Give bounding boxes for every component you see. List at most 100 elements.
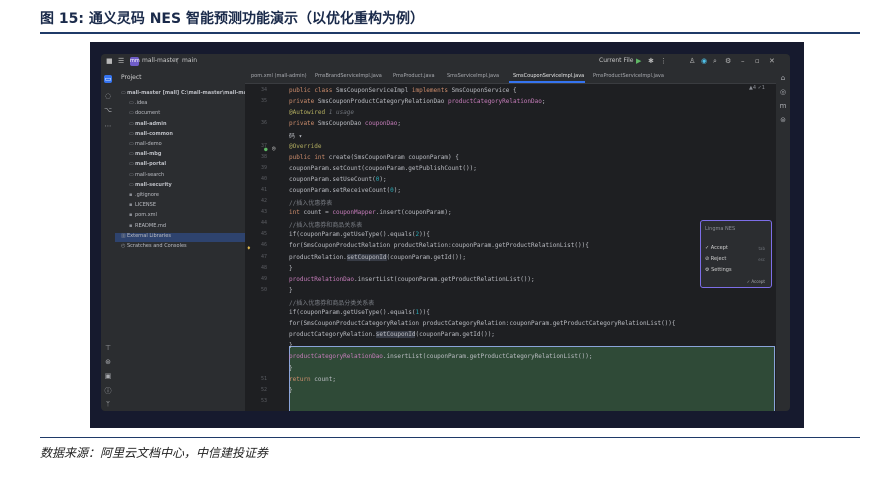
code-line[interactable]: return count; — [289, 376, 336, 383]
main-menu-icon[interactable]: ☰ — [118, 57, 124, 65]
code-line[interactable]: } — [289, 265, 293, 272]
code-line[interactable]: 码 ▾ — [289, 409, 302, 412]
code-line[interactable]: couponParam.setCount(couponParam.getPubl… — [289, 165, 477, 172]
lingma-icon[interactable]: ◎ — [272, 145, 276, 152]
code-line[interactable]: int count = couponMapper.insert(couponPa… — [289, 209, 452, 216]
implements-icon[interactable]: ● — [264, 146, 268, 153]
minimize-icon[interactable]: – — [741, 57, 745, 65]
tree-item-label: LICENSE — [135, 202, 156, 209]
code-line[interactable]: //插入优惠券和商品分类关系表 — [289, 298, 374, 307]
code-line[interactable]: 码 ▾ — [289, 131, 302, 140]
tab-5[interactable]: PmsProductServiceImpl.java — [593, 73, 664, 79]
git-tool-icon[interactable]: ᛘ — [104, 400, 112, 408]
line-number: 48 — [260, 264, 267, 271]
tree-item[interactable]: ▥External Libraries — [115, 232, 251, 242]
maven-tool-icon[interactable]: m — [779, 102, 787, 110]
ai-assistant-icon[interactable]: ◉ — [701, 57, 707, 65]
tree-item[interactable]: ▭.idea — [115, 100, 259, 109]
maximize-icon[interactable]: ▫ — [755, 57, 760, 65]
code-line[interactable]: public int create(SmsCouponParam couponP… — [289, 154, 459, 161]
code-line[interactable]: for(SmsCouponProductRelation productRela… — [289, 242, 589, 249]
run-config-selector[interactable]: Current File — [599, 57, 633, 64]
code-line[interactable]: couponParam.setUseCount(0); — [289, 176, 387, 183]
tab-3[interactable]: SmsServiceImpl.java — [447, 73, 499, 79]
services-tool-icon[interactable]: ⊛ — [104, 358, 112, 366]
code-line[interactable]: //插入优惠券表 — [289, 198, 332, 207]
nes-option-shortcut: tab — [758, 246, 765, 251]
code-line[interactable]: if(couponParam.getUseType().equals(2)){ — [289, 231, 430, 238]
code-line[interactable]: couponParam.setReceiveCount(0); — [289, 187, 401, 194]
code-line[interactable]: private SmsCouponDao couponDao; — [289, 120, 401, 127]
project-tool-icon[interactable]: ▭ — [104, 75, 112, 83]
intention-bulb-icon[interactable]: ♦ — [247, 245, 251, 252]
tree-item[interactable]: ▭mall-common — [115, 131, 259, 140]
code-line[interactable]: productCategoryRelationDao.insertList(co… — [289, 353, 592, 360]
tree-item[interactable]: ▪ .gitignore — [115, 192, 259, 201]
tree-item-label: mall-security — [135, 181, 172, 188]
project-panel-title[interactable]: Project — [121, 74, 142, 81]
title-bar: ■ ☰ mm mall-master ᛘ main Current File ▶… — [101, 54, 790, 70]
code-line[interactable]: if(couponParam.getUseType().equals(1)){ — [289, 309, 430, 316]
code-line[interactable]: @Autowired 1 usage — [289, 109, 354, 116]
code-line[interactable]: productRelationDao.insertList(couponPara… — [289, 276, 535, 283]
project-selector[interactable]: mall-master — [142, 57, 178, 64]
tab-4[interactable]: SmsCouponServiceImpl.java — [513, 73, 584, 79]
database-tool-icon[interactable]: ⊜ — [779, 116, 787, 124]
tree-item[interactable]: ▭mall-mbg — [115, 151, 259, 160]
code-line[interactable]: public class SmsCouponServiceImpl implem… — [289, 87, 517, 94]
inspection-summary[interactable]: ▲4 ✓1 — [749, 85, 765, 91]
terminal-tool-icon[interactable]: ⊤ — [104, 344, 112, 352]
tree-item[interactable]: ▭mall-master [mall] C:\mall-master\mall-… — [115, 90, 258, 99]
code-line[interactable]: } — [289, 365, 293, 372]
debug-icon[interactable]: ✱ — [648, 57, 654, 65]
nes-accept-footer[interactable]: ✓ Accept — [747, 279, 765, 284]
tree-item[interactable]: ▭document — [115, 110, 259, 119]
branch-selector[interactable]: main — [182, 57, 197, 64]
code-line[interactable]: productCategoryRelation.setCouponId(coup… — [289, 331, 495, 339]
code-line[interactable]: //插入优惠券和商品关系表 — [289, 220, 362, 229]
lingma-tool-icon[interactable]: ◎ — [779, 88, 787, 96]
tree-item[interactable]: ▪ LICENSE — [115, 202, 259, 211]
nes-option-accept[interactable]: ✓ Accept — [705, 245, 728, 251]
line-number: 50 — [260, 286, 267, 293]
tree-item[interactable]: ▪ README.md — [115, 223, 259, 232]
tree-item[interactable]: ▭mall-search — [115, 172, 259, 181]
structure-tool-icon[interactable]: ⌥ — [104, 106, 112, 114]
user-icon[interactable]: ♙ — [689, 57, 695, 65]
code-line[interactable]: } — [289, 342, 293, 349]
nes-option-reject[interactable]: ⊘ Reject — [705, 256, 726, 262]
terminal-window-icon[interactable]: ▣ — [104, 372, 112, 380]
settings-icon[interactable]: ⚙ — [725, 57, 731, 65]
line-number: 42 — [260, 198, 267, 204]
more-tools-icon[interactable]: ⋯ — [104, 122, 112, 130]
tree-item[interactable]: ▪ pom.xml — [115, 212, 259, 221]
line-number: 52 — [260, 386, 267, 393]
tree-item[interactable]: ▭mall-demo — [115, 141, 259, 150]
figure-title: 图 15: 通义灵码 NES 智能预测功能演示（以优化重构为例） — [40, 11, 424, 27]
tree-item[interactable]: ▭mall-portal — [115, 161, 259, 170]
notifications-icon[interactable]: ⌂ — [779, 74, 787, 82]
tree-item[interactable]: ▭mall-admin — [115, 121, 259, 130]
code-line[interactable]: } — [289, 387, 293, 394]
tree-item[interactable]: ▭mall-security — [115, 182, 259, 191]
editor-gutter — [245, 84, 289, 411]
search-icon[interactable]: ⌕ — [713, 57, 717, 66]
code-line[interactable]: productRelation.setCouponId(couponParam.… — [289, 253, 466, 261]
window-menu-icon[interactable]: ■ — [106, 57, 113, 65]
tab-0[interactable]: pom.xml (mall-admin) — [251, 73, 307, 79]
code-line[interactable]: for(SmsCouponProductCategoryRelation pro… — [289, 320, 676, 327]
problems-tool-icon[interactable]: ⓘ — [104, 386, 112, 396]
tree-item-label: mall-demo — [135, 141, 162, 147]
code-line[interactable]: private SmsCouponProductCategoryRelation… — [289, 98, 546, 105]
commit-tool-icon[interactable]: ◌ — [104, 92, 112, 100]
code-line[interactable]: @Override — [289, 143, 322, 150]
tab-2[interactable]: PmsProduct.java — [393, 73, 435, 79]
more-actions-icon[interactable]: ⋮ — [660, 57, 667, 65]
run-icon[interactable]: ▶ — [636, 57, 641, 65]
close-window-icon[interactable]: ✕ — [769, 57, 775, 65]
tree-item[interactable]: ◴ Scratches and Consoles — [115, 243, 251, 252]
nes-popup: Lingma NES ✓ Accept tab ⊘ Reject esc ⚙ Setti… — [700, 220, 772, 288]
code-line[interactable]: } — [289, 287, 293, 294]
nes-option-settings[interactable]: ⚙ Settings — [705, 267, 732, 273]
tab-1[interactable]: PmsBrandServiceImpl.java — [315, 73, 382, 79]
